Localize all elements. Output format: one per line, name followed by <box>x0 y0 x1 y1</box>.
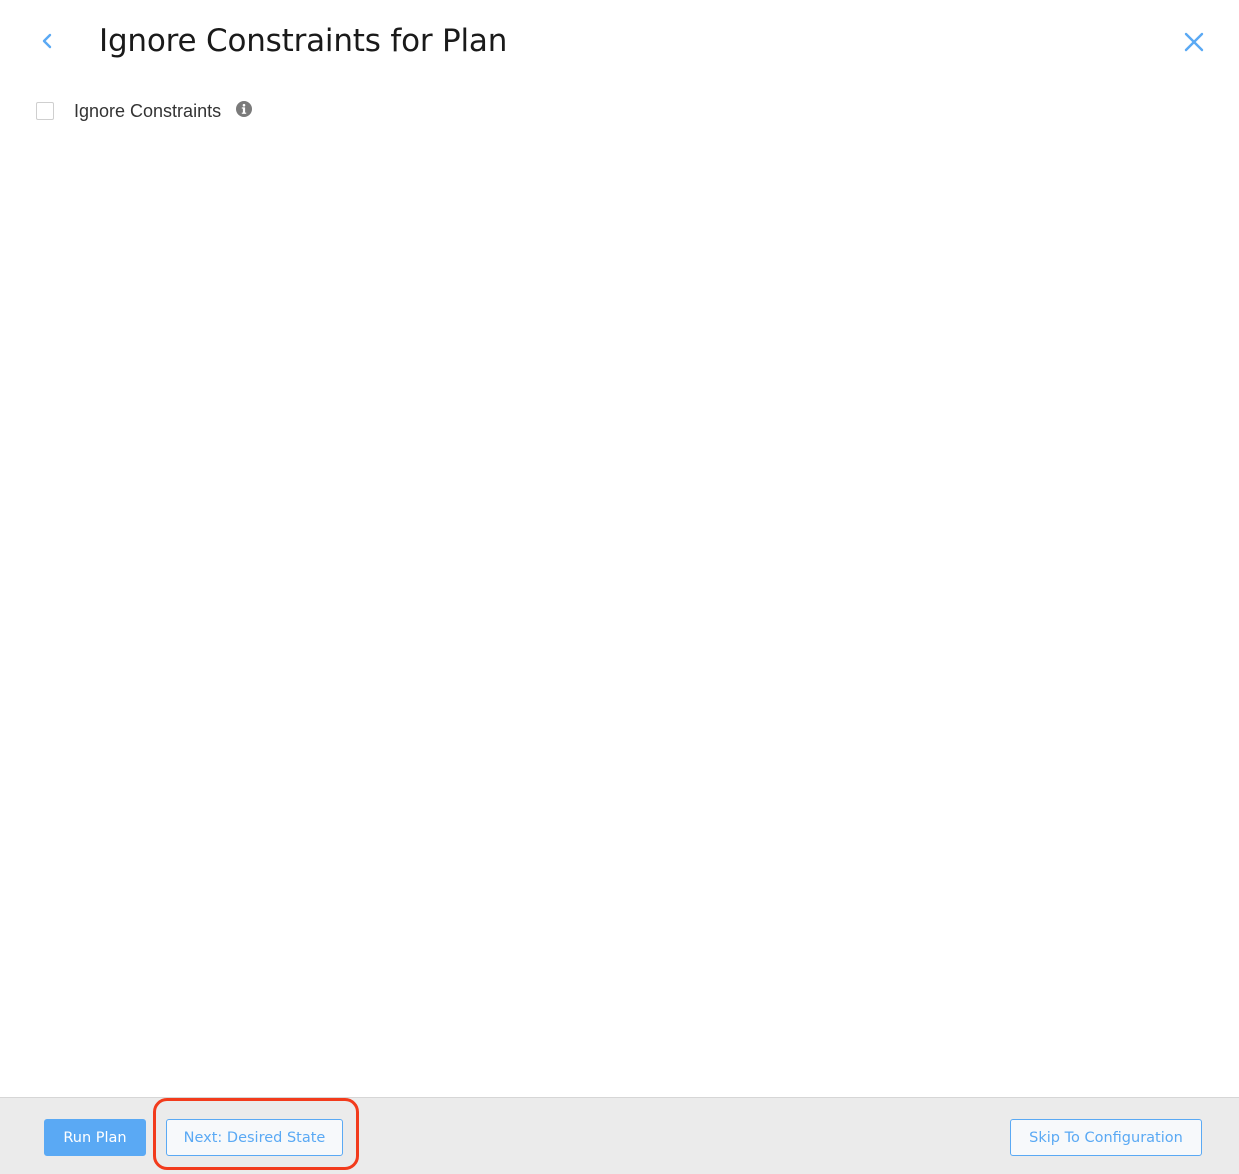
ignore-constraints-checkbox[interactable] <box>36 102 54 120</box>
close-button[interactable] <box>1178 26 1210 58</box>
back-button[interactable] <box>32 26 62 56</box>
close-icon <box>1184 32 1204 52</box>
dialog-footer: Run Plan Next: Desired State Skip To Con… <box>0 1097 1239 1174</box>
page-title: Ignore Constraints for Plan <box>99 23 508 59</box>
dialog-header: Ignore Constraints for Plan <box>0 0 1239 84</box>
run-plan-button[interactable]: Run Plan <box>44 1119 146 1156</box>
ignore-constraints-label: Ignore Constraints <box>74 100 222 121</box>
info-icon[interactable] <box>236 101 253 117</box>
ignore-constraints-row: Ignore Constraints <box>36 96 253 126</box>
next-desired-state-button[interactable]: Next: Desired State <box>166 1119 343 1156</box>
chevron-left-icon <box>42 33 52 49</box>
skip-to-configuration-button[interactable]: Skip To Configuration <box>1010 1119 1202 1156</box>
